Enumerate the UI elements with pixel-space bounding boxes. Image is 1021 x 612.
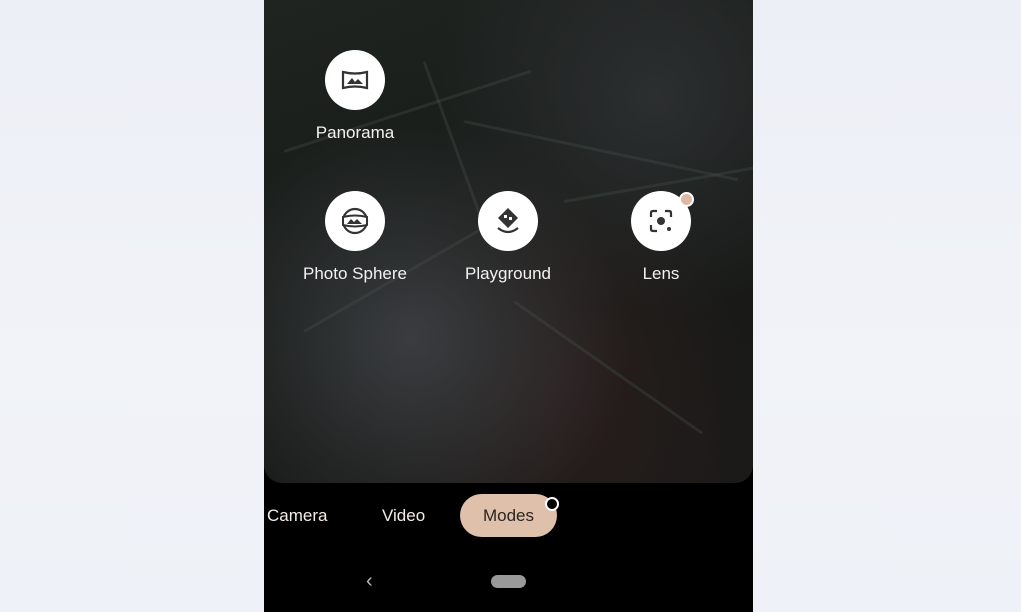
panorama-button[interactable]	[325, 50, 385, 110]
mode-lens[interactable]: Lens	[586, 191, 736, 284]
photo-sphere-icon	[341, 207, 369, 235]
home-pill-icon[interactable]	[491, 575, 526, 588]
mode-label: Panorama	[315, 123, 395, 142]
mode-photo-sphere[interactable]: Photo Sphere	[280, 191, 430, 284]
mode-label: Lens	[642, 264, 680, 283]
photo-sphere-button[interactable]	[325, 191, 385, 251]
new-badge-dot	[679, 192, 694, 207]
mode-label: Playground	[464, 264, 551, 283]
playground-icon	[497, 208, 519, 234]
tab-camera[interactable]: Camera	[267, 494, 327, 537]
playground-button[interactable]	[478, 191, 538, 251]
chevron-left-icon[interactable]: ‹	[366, 570, 373, 593]
tab-modes[interactable]: Modes	[460, 494, 557, 537]
lens-button[interactable]	[631, 191, 694, 251]
phone-screen: Panorama Photo Sphere Playground Lens Ca…	[264, 0, 753, 612]
panorama-icon	[341, 70, 369, 90]
modes-notification-dot	[545, 497, 559, 511]
tab-video[interactable]: Video	[382, 494, 425, 537]
mode-panorama[interactable]: Panorama	[280, 50, 430, 143]
lens-icon	[649, 209, 673, 233]
mode-label: Photo Sphere	[303, 264, 407, 283]
camera-viewfinder[interactable]: Panorama Photo Sphere Playground Lens	[264, 0, 753, 483]
mode-playground[interactable]: Playground	[433, 191, 583, 284]
